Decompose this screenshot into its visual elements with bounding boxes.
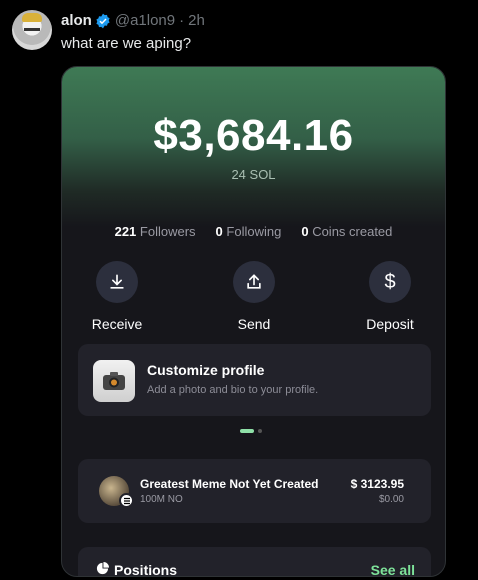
send-button[interactable]: Send xyxy=(214,261,294,332)
following-count: 0 xyxy=(215,224,223,239)
verified-badge-icon xyxy=(95,13,111,29)
followers-stat[interactable]: 221 Followers xyxy=(115,224,196,239)
followers-label: Followers xyxy=(139,224,196,239)
sol-balance: 24 SOL xyxy=(231,167,276,182)
camera-icon xyxy=(93,360,135,402)
coin-name: Greatest Meme Not Yet Created xyxy=(140,477,319,491)
positions-section: Positions See all xyxy=(78,547,431,577)
followers-count: 221 xyxy=(114,224,137,239)
pie-icon xyxy=(96,562,109,576)
wallet-actions: Receive Send $ Deposit xyxy=(62,261,445,332)
following-label: Following xyxy=(226,224,282,239)
coin-quantity: 100M NO xyxy=(140,494,183,505)
tweet-time[interactable]: 2h xyxy=(188,12,205,30)
customize-subtitle: Add a photo and bio to your profile. xyxy=(147,384,319,396)
send-label: Send xyxy=(237,316,271,332)
coin-holding-row[interactable]: Greatest Meme Not Yet Created 100M NO $ … xyxy=(78,459,431,523)
coins-count: 0 xyxy=(301,224,309,239)
coin-usd-value: $0.00 xyxy=(378,494,404,505)
download-icon xyxy=(96,261,138,303)
tweet-separator: · xyxy=(179,12,185,29)
balance-amount: $3,684.16 xyxy=(153,111,354,160)
dollar-icon: $ xyxy=(369,261,411,303)
coin-value: $ 3123.95 xyxy=(350,477,404,491)
wallet-screenshot[interactable]: $3,684.16 24 SOL 221 Followers 0 Followi… xyxy=(61,66,446,577)
tweet-avatar[interactable] xyxy=(12,10,52,50)
see-all-link[interactable]: See all xyxy=(371,562,415,576)
positions-header: Positions xyxy=(96,562,178,577)
chain-badge-icon xyxy=(119,493,134,508)
tweet-text: what are we aping? xyxy=(61,35,192,52)
deposit-label: Deposit xyxy=(366,316,414,332)
profile-stats: 221 Followers 0 Following 0 Coins create… xyxy=(62,224,445,239)
following-stat[interactable]: 0 Following xyxy=(216,224,282,239)
deposit-button[interactable]: $ Deposit xyxy=(350,261,430,332)
coins-label: Coins created xyxy=(312,224,393,239)
carousel-dot-active[interactable] xyxy=(240,429,254,433)
customize-title: Customize profile xyxy=(147,362,265,378)
upload-icon xyxy=(233,261,275,303)
coins-created-stat[interactable]: 0 Coins created xyxy=(301,224,392,239)
receive-button[interactable]: Receive xyxy=(77,261,157,332)
tweet-handle[interactable]: @a1lon9 xyxy=(115,12,175,30)
receive-label: Receive xyxy=(91,316,143,332)
tweet-header: alon @a1lon9 · 2h xyxy=(61,12,205,30)
customize-profile-card[interactable]: Customize profile Add a photo and bio to… xyxy=(78,344,431,416)
carousel-indicator xyxy=(240,429,262,433)
positions-title: Positions xyxy=(114,562,178,577)
carousel-dot[interactable] xyxy=(258,429,262,433)
tweet-author-name[interactable]: alon xyxy=(61,12,92,30)
